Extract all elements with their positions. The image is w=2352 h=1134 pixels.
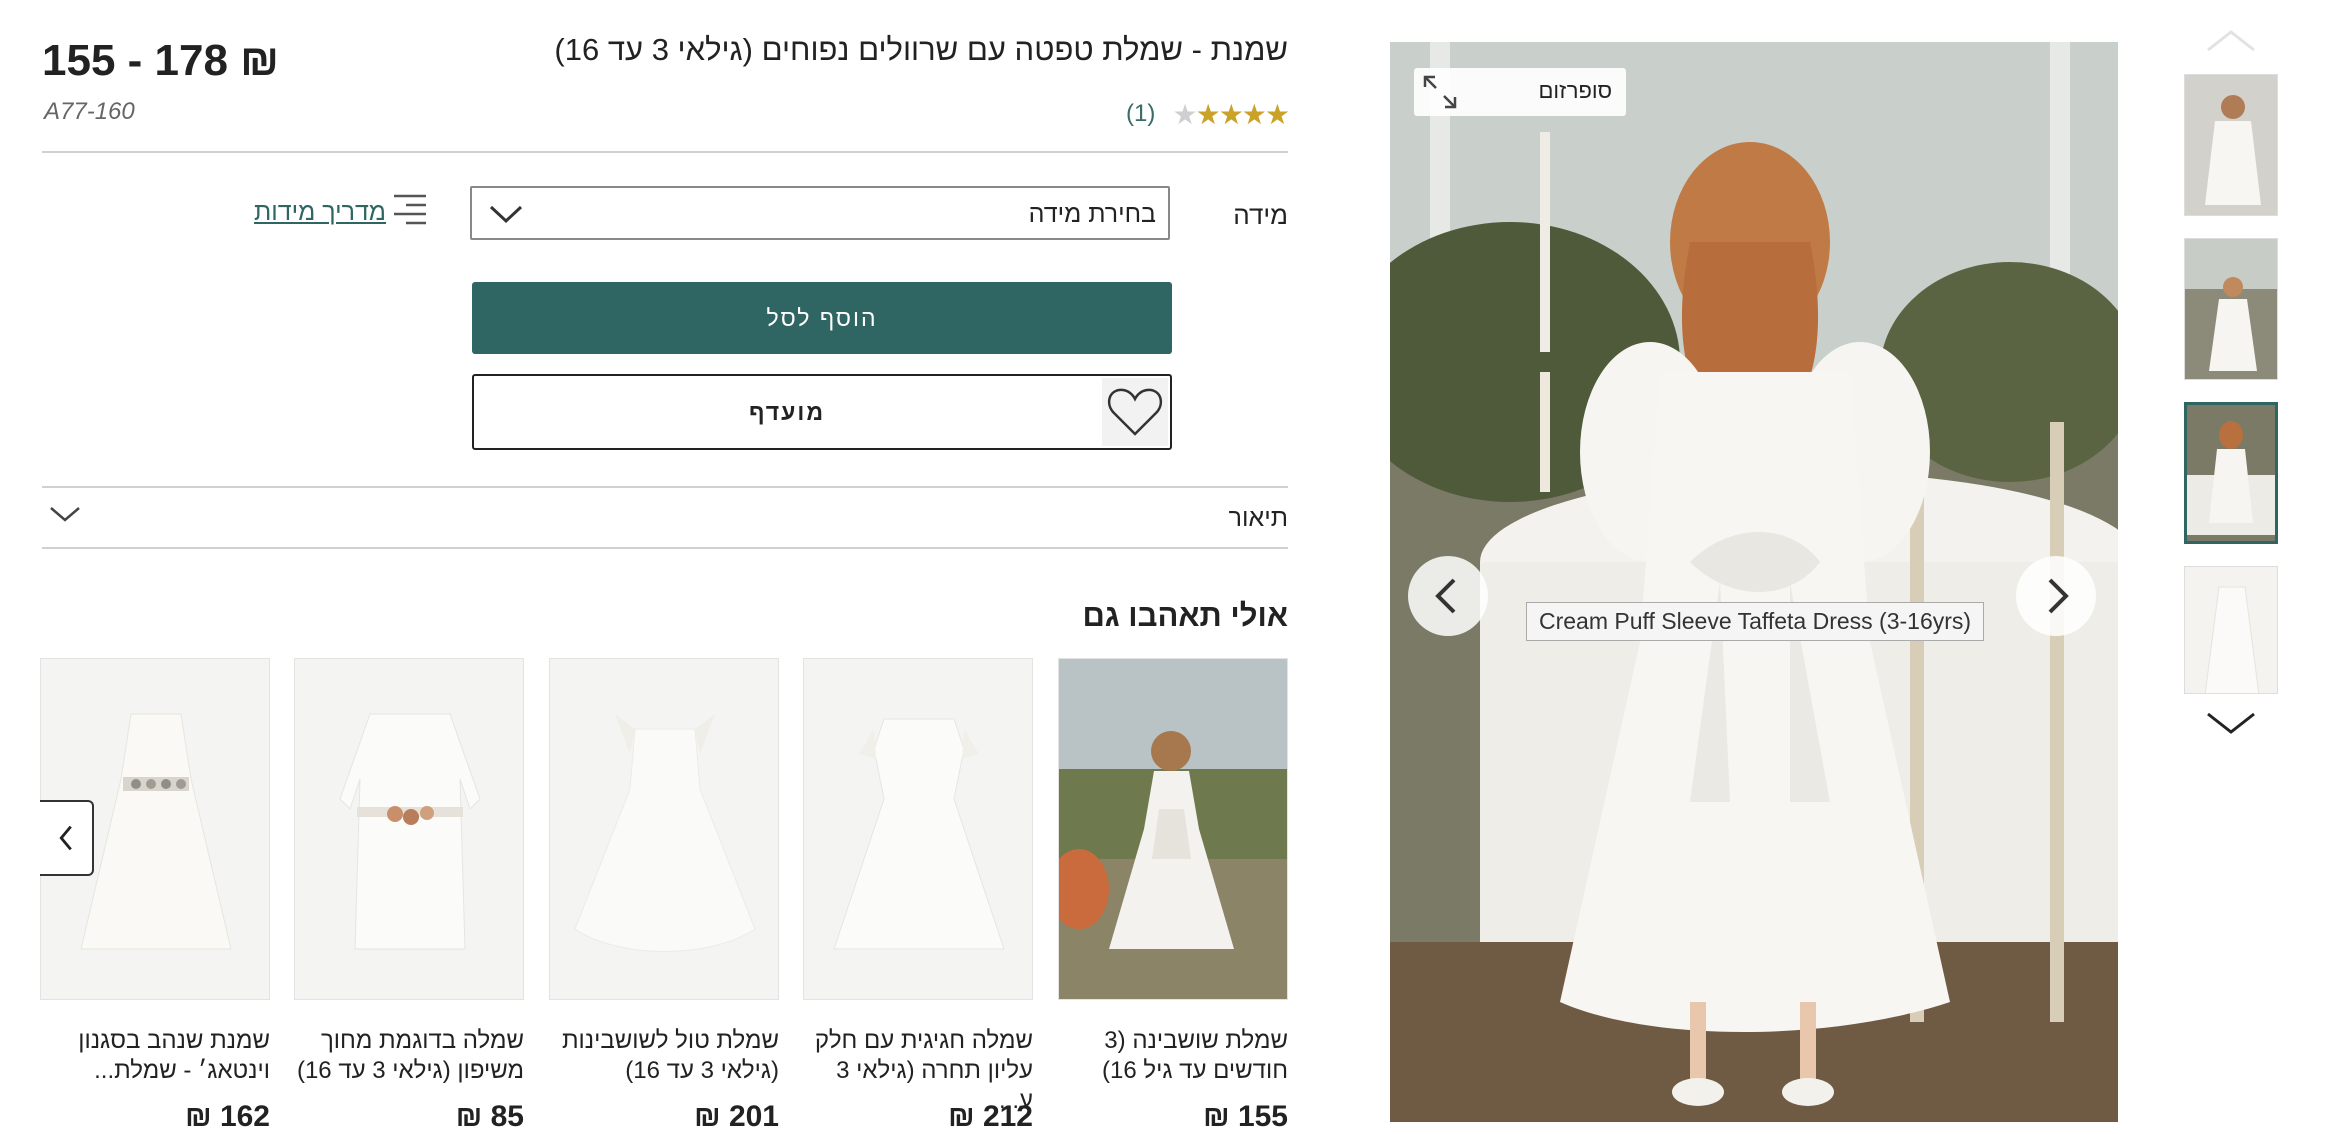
chevron-up-icon[interactable] <box>2204 26 2258 56</box>
divider <box>42 151 1288 153</box>
product-card-price: 85 ₪ <box>455 1100 524 1133</box>
product-card-price: 212 ₪ <box>948 1100 1033 1133</box>
divider <box>42 547 1288 549</box>
thumbnail-1[interactable] <box>2184 74 2278 216</box>
rating-stars[interactable]: ★★★★★ <box>1168 98 1290 130</box>
product-card-image[interactable] <box>803 658 1033 1000</box>
product-card-name[interactable]: שמלת טול לשושבינות (גילאי 3 עד 16) <box>549 1026 779 1086</box>
chevron-left-icon <box>59 825 72 851</box>
size-guide-icon[interactable] <box>392 192 428 230</box>
product-card-name[interactable]: שמלה בדוגמת מחוך משיפון (גילאי 3 עד 16) <box>294 1026 524 1086</box>
recommendations-title: אולי תאהבו גם <box>1082 598 1288 633</box>
chevron-left-icon <box>1435 578 1456 614</box>
favourite-button[interactable]: מועדף <box>472 374 1172 450</box>
thumbnail-4[interactable] <box>2184 566 2278 694</box>
image-next-button[interactable] <box>2016 556 2096 636</box>
chevron-down-icon[interactable] <box>48 502 82 526</box>
description-label[interactable]: תיאור <box>1180 504 1288 533</box>
size-select-value: בחירת מידה <box>1028 200 1156 228</box>
product-card-image[interactable] <box>549 658 779 1000</box>
product-card-name[interactable]: שמנת שנהב בסגנון וינטאג׳ - שמלת... <box>40 1026 270 1086</box>
size-guide-link[interactable]: מדריך מידות <box>254 198 386 227</box>
carousel-prev-button[interactable] <box>40 800 94 876</box>
product-card-image[interactable] <box>294 658 524 1000</box>
thumbnail-2[interactable] <box>2184 238 2278 380</box>
divider <box>42 486 1288 488</box>
product-card-price: 162 ₪ <box>185 1100 270 1133</box>
star-empty-icon: ★ <box>1172 99 1197 130</box>
chevron-down-icon <box>489 205 523 224</box>
image-prev-button[interactable] <box>1408 556 1488 636</box>
thumbnail-3[interactable] <box>2184 402 2278 544</box>
superzoom-button[interactable]: סופרזום <box>1414 68 1626 116</box>
size-select[interactable]: בחירת מידה <box>470 186 1170 240</box>
add-to-bag-button[interactable]: הוסף לסל <box>472 282 1172 354</box>
product-price: 155 - 178 ₪ <box>42 36 280 85</box>
product-code: A77-160 <box>44 98 135 125</box>
star-icon: ★★★★ <box>1195 99 1290 130</box>
expand-icon <box>1423 75 1457 109</box>
product-title: שמנת - שמלת טפטה עם שרוולים נפוחים (גילא… <box>554 32 1288 67</box>
superzoom-label: סופרזום <box>1538 78 1613 103</box>
review-count-link[interactable]: (1) <box>1126 100 1155 128</box>
size-label: מידה <box>1233 200 1288 230</box>
product-card-price: 201 ₪ <box>694 1100 779 1133</box>
chevron-down-icon[interactable] <box>2204 708 2258 738</box>
favourite-label: מועדף <box>748 399 826 425</box>
product-card-price: 155 ₪ <box>1203 1100 1288 1133</box>
product-card-name[interactable]: שמלת שושבינה (3 חודשים עד גיל 16) <box>1058 1026 1288 1086</box>
heart-icon <box>1102 378 1168 446</box>
product-card-image[interactable] <box>1058 658 1288 1000</box>
chevron-right-icon <box>2048 578 2069 614</box>
image-tooltip: Cream Puff Sleeve Taffeta Dress (3-16yrs… <box>1526 602 1985 641</box>
main-product-image[interactable] <box>1390 42 2118 1122</box>
